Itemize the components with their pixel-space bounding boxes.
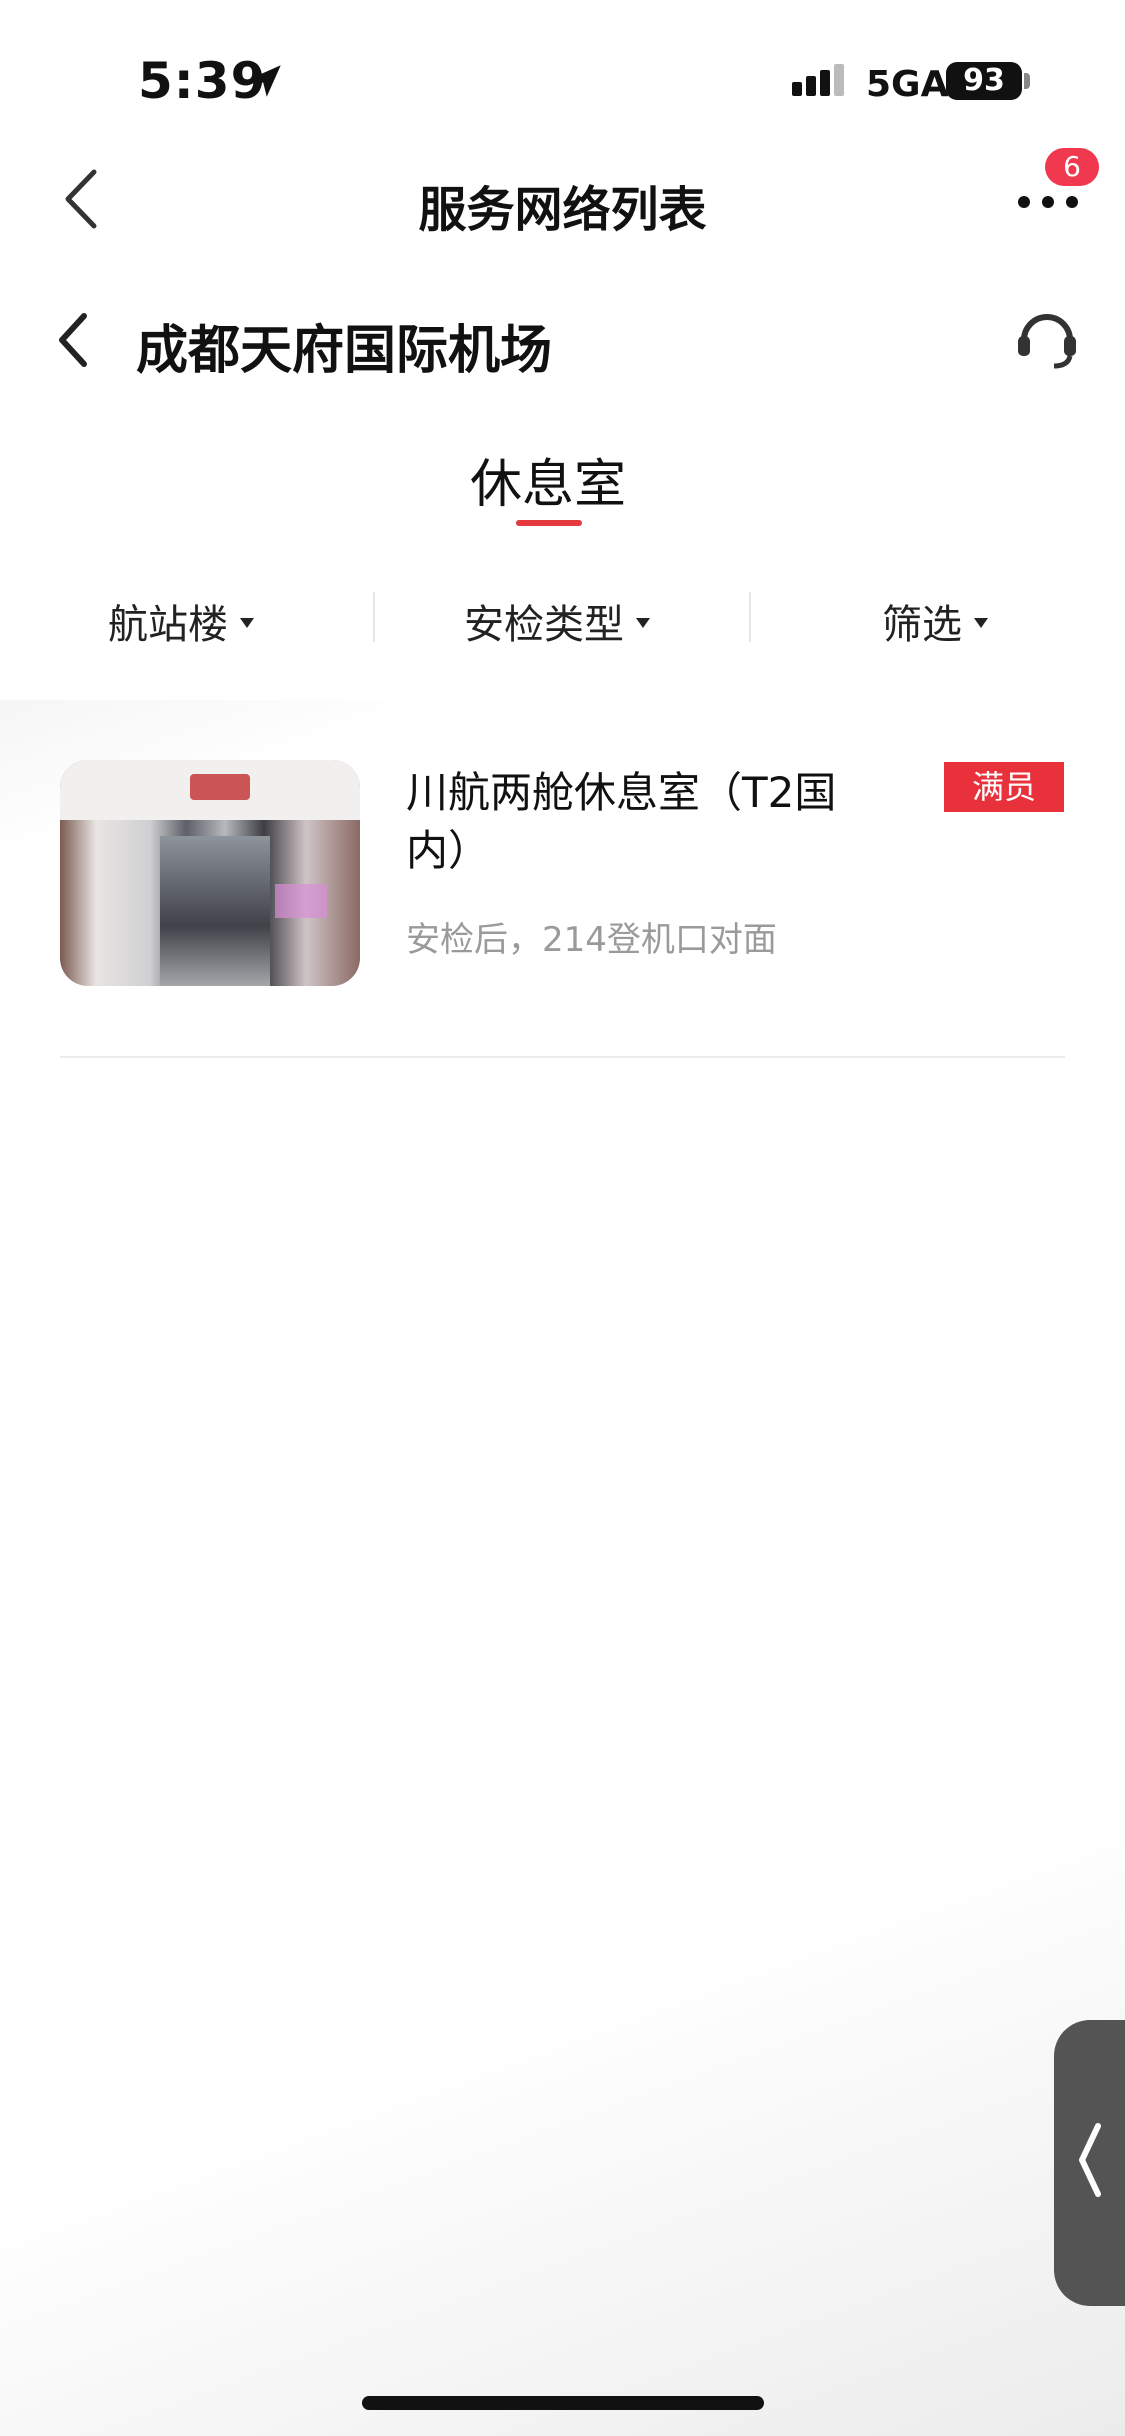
caret-down-icon <box>240 618 254 628</box>
signal-icon <box>792 64 844 96</box>
caret-down-icon <box>974 618 988 628</box>
lounge-photo <box>60 760 360 986</box>
page-title: 服务网络列表 <box>418 182 707 238</box>
location-arrow-icon <box>249 65 281 97</box>
filter-terminal[interactable]: 航站楼 <box>108 592 254 650</box>
filter-security-type-label: 安检类型 <box>464 602 624 648</box>
filter-security-type[interactable]: 安检类型 <box>464 592 650 650</box>
battery-tip <box>1024 73 1030 89</box>
more-dots-icon[interactable] <box>1016 186 1080 216</box>
network-type: 5GA <box>866 64 949 105</box>
filter-more[interactable]: 筛选 <box>882 592 988 650</box>
tab-lounge[interactable]: 休息室 <box>0 442 1096 517</box>
list-item[interactable]: 川航两舱休息室（T2国内） 安检后，214登机口对面 满员 <box>0 740 1125 1060</box>
home-indicator <box>362 2396 764 2410</box>
lounge-title: 川航两舱休息室（T2国内） <box>406 768 837 875</box>
filter-bar: 航站楼 安检类型 筛选 <box>0 580 1125 660</box>
status-badge: 满员 <box>944 762 1064 812</box>
side-drawer-handle[interactable] <box>1054 2020 1125 2306</box>
side-chevron-icon <box>1079 2123 1101 2197</box>
headset-icon[interactable] <box>1012 302 1082 372</box>
back-chevron-icon[interactable] <box>54 310 94 370</box>
nav-bar: 服务网络列表 6 <box>0 148 1125 250</box>
filter-terminal-label: 航站楼 <box>108 602 228 648</box>
filter-more-label: 筛选 <box>882 602 962 648</box>
filter-divider <box>749 592 751 642</box>
list-divider <box>60 1056 1065 1058</box>
lounge-location: 安检后，214登机口对面 <box>406 920 777 960</box>
airport-header: 成都天府国际机场 <box>0 290 1125 390</box>
tab-active-indicator <box>516 520 582 526</box>
filter-divider <box>373 592 375 642</box>
notification-badge: 6 <box>1045 148 1099 186</box>
airport-name: 成都天府国际机场 <box>136 321 553 381</box>
battery-icon: 93 <box>946 62 1022 100</box>
status-bar: 5:39 5GA 93 <box>0 0 1125 150</box>
caret-down-icon <box>636 618 650 628</box>
